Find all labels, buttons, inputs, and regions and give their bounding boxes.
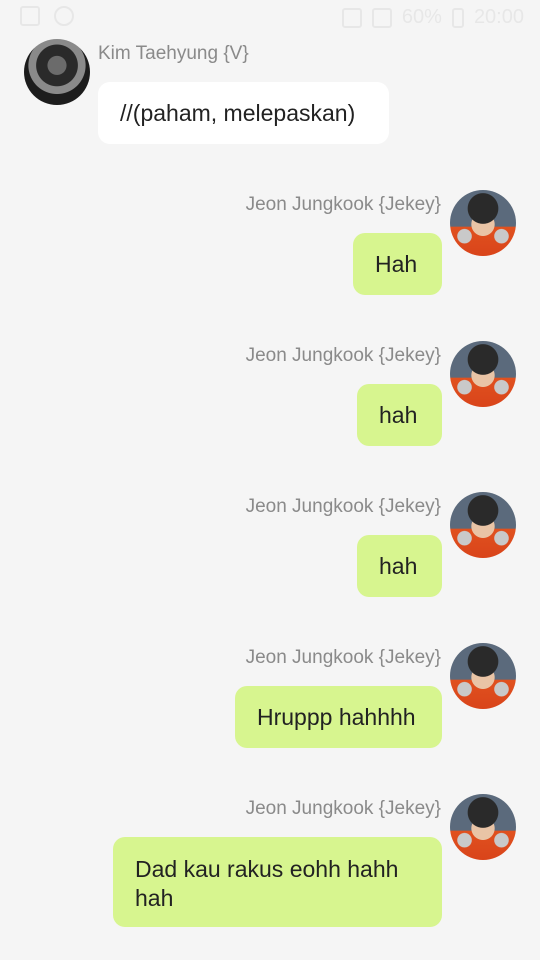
message-bubble-outgoing[interactable]: hah <box>357 535 442 597</box>
sender-name: Jeon Jungkook {Jekey} <box>245 647 441 668</box>
chat-notification-icon <box>54 6 74 26</box>
sender-name: Jeon Jungkook {Jekey} <box>245 345 441 366</box>
sender-name: Jeon Jungkook {Jekey} <box>245 194 441 215</box>
message-bubble-outgoing[interactable]: Dad kau rakus eohh hahh hah <box>113 837 442 927</box>
message-bubble-incoming[interactable]: //(paham, melepaskan) <box>98 82 389 144</box>
avatar-jeon-jungkook[interactable] <box>450 643 516 709</box>
image-notification-icon <box>20 6 40 26</box>
avatar-jeon-jungkook[interactable] <box>450 190 516 256</box>
sender-name: Jeon Jungkook {Jekey} <box>245 496 441 517</box>
status-bar: 60% 20:00 <box>0 0 540 36</box>
clock: 20:00 <box>473 6 524 28</box>
avatar-jeon-jungkook[interactable] <box>450 794 516 860</box>
message-bubble-outgoing[interactable]: hah <box>357 384 442 446</box>
avatar-kim-taehyung[interactable] <box>24 39 90 105</box>
sim-icon <box>341 7 362 28</box>
sender-name: Kim Taehyung {V} <box>98 43 249 64</box>
message-bubble-outgoing[interactable]: Hruppp hahhhh <box>235 686 442 748</box>
avatar-jeon-jungkook[interactable] <box>450 341 516 407</box>
avatar-jeon-jungkook[interactable] <box>450 492 516 558</box>
no-signal-icon <box>371 7 392 28</box>
battery-icon <box>451 7 464 28</box>
message-bubble-outgoing[interactable]: Hah <box>353 233 442 295</box>
sender-name: Jeon Jungkook {Jekey} <box>245 798 441 819</box>
battery-level: 60% <box>401 6 442 28</box>
